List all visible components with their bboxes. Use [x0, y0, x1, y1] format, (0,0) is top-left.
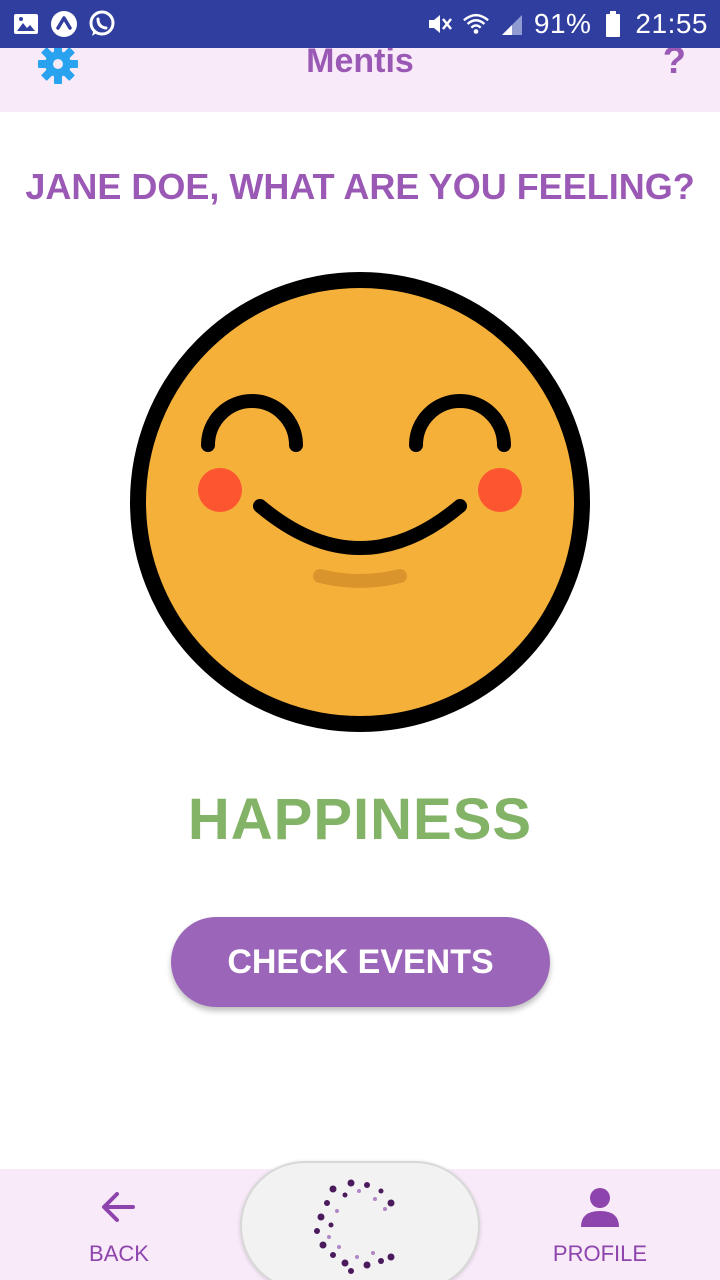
wifi-icon	[462, 10, 490, 38]
emotion-label: HAPPINESS	[187, 787, 533, 852]
status-right-icons: 91% 21:55	[426, 8, 708, 40]
check-events-button[interactable]: CHECK EVENTS	[171, 917, 550, 1007]
whatsapp-icon	[88, 10, 116, 38]
dotted-c-logo-icon	[314, 1179, 395, 1274]
clock: 21:55	[635, 8, 708, 39]
status-left-icons	[12, 10, 116, 38]
app-header: Mentis ?	[0, 48, 720, 112]
feeling-question: JANE DOE, WHAT ARE YOU FEELING?	[25, 166, 695, 207]
mute-icon	[426, 10, 454, 38]
back-button[interactable]: BACK	[49, 1185, 189, 1267]
profile-label: PROFILE	[552, 1241, 648, 1266]
back-label: BACK	[89, 1241, 149, 1266]
profile-button[interactable]: PROFILE	[530, 1185, 670, 1267]
battery-percent: 91%	[533, 8, 592, 39]
battery-icon	[599, 10, 627, 38]
signal-icon	[498, 10, 526, 38]
arrow-up-circle-icon	[50, 10, 78, 38]
arrow-left-icon	[102, 1192, 135, 1222]
image-icon	[12, 10, 40, 38]
help-button[interactable]: ?	[663, 48, 686, 83]
home-logo-button[interactable]	[240, 1161, 480, 1280]
happy-face-icon	[130, 272, 590, 732]
person-icon	[581, 1188, 619, 1227]
status-bar: 91% 21:55	[0, 0, 720, 48]
app-title: Mentis	[306, 48, 414, 80]
